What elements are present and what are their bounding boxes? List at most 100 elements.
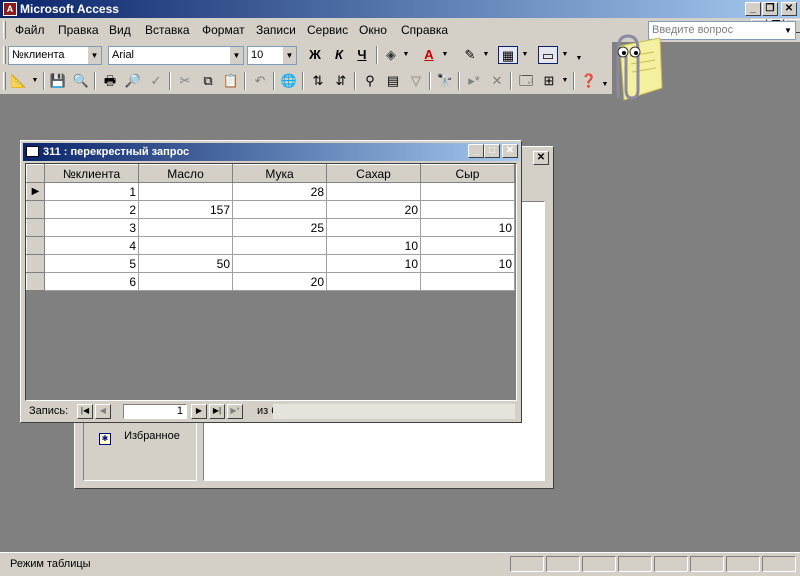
print-icon[interactable]: 🖶 bbox=[100, 72, 120, 90]
sort-ascending-icon[interactable]: ⇅ bbox=[308, 72, 328, 90]
table-cell[interactable] bbox=[420, 272, 515, 291]
menu-view[interactable]: Вид bbox=[109, 23, 131, 37]
new-object-icon[interactable]: ⊞ bbox=[539, 72, 559, 90]
table-cell[interactable]: 10 bbox=[420, 218, 515, 237]
special-effect-icon[interactable]: ▭ bbox=[538, 46, 558, 64]
table-cell[interactable] bbox=[420, 200, 515, 219]
column-header[interactable]: Мука bbox=[232, 164, 327, 183]
maximize-button[interactable]: ❐ bbox=[762, 2, 778, 16]
query-window[interactable]: 311 : перекрестный запрос _ □ ✕ №клиента… bbox=[20, 140, 522, 423]
cut-icon[interactable]: ✂ bbox=[175, 72, 195, 90]
row-selector[interactable] bbox=[26, 200, 45, 219]
menu-tools[interactable]: Сервис bbox=[307, 23, 348, 37]
table-cell[interactable]: 20 bbox=[232, 272, 327, 291]
database-window-icon[interactable]: 🗔 bbox=[516, 72, 536, 90]
table-cell[interactable] bbox=[232, 236, 327, 255]
toolbar-options-icon[interactable]: ▼ bbox=[575, 55, 583, 63]
current-record-icon[interactable]: ▶ bbox=[26, 182, 45, 201]
bold-button[interactable]: Ж bbox=[305, 46, 325, 64]
table-cell[interactable] bbox=[326, 218, 421, 237]
chevron-down-icon[interactable]: ▼ bbox=[521, 51, 529, 59]
menu-window[interactable]: Окно bbox=[359, 23, 387, 37]
spelling-icon[interactable]: ✓ bbox=[146, 72, 166, 90]
menu-insert[interactable]: Вставка bbox=[145, 23, 190, 37]
table-cell[interactable] bbox=[232, 200, 327, 219]
table-cell[interactable] bbox=[138, 272, 233, 291]
table-cell[interactable]: 10 bbox=[326, 236, 421, 255]
gridlines-icon[interactable]: ▦ bbox=[498, 46, 518, 64]
delete-record-icon[interactable]: ✕ bbox=[487, 72, 507, 90]
apply-filter-icon[interactable]: ▽ bbox=[406, 72, 426, 90]
table-cell[interactable] bbox=[420, 236, 515, 255]
table-cell[interactable] bbox=[232, 254, 327, 273]
table-cell[interactable]: 1 bbox=[44, 182, 139, 201]
select-all-cell[interactable] bbox=[26, 164, 45, 183]
menu-help[interactable]: Справка bbox=[401, 23, 448, 37]
undo-icon[interactable]: ↶ bbox=[250, 72, 270, 90]
table-cell[interactable]: 28 bbox=[232, 182, 327, 201]
table-cell[interactable] bbox=[138, 182, 233, 201]
menu-records[interactable]: Записи bbox=[256, 23, 296, 37]
chevron-down-icon[interactable]: ▼ bbox=[482, 51, 490, 59]
next-record-button[interactable]: ▶ bbox=[191, 404, 207, 419]
table-cell[interactable]: 10 bbox=[420, 254, 515, 273]
ask-question-box[interactable]: Введите вопрос ▼ bbox=[648, 21, 796, 40]
db-window-close-button[interactable]: ✕ bbox=[533, 151, 549, 165]
underline-button[interactable]: Ч bbox=[352, 46, 372, 64]
row-selector[interactable] bbox=[26, 218, 45, 237]
hyperlink-icon[interactable]: 🌐 bbox=[279, 72, 299, 90]
copy-icon[interactable]: ⧉ bbox=[198, 72, 218, 90]
last-record-button[interactable]: ▶| bbox=[209, 404, 225, 419]
font-select[interactable]: Arial ▼ bbox=[108, 46, 244, 65]
table-cell[interactable]: 10 bbox=[326, 254, 421, 273]
view-icon[interactable]: 📐 bbox=[9, 72, 29, 90]
row-selector[interactable] bbox=[26, 272, 45, 291]
horizontal-scrollbar[interactable] bbox=[273, 404, 515, 419]
query-minimize-button[interactable]: _ bbox=[468, 144, 484, 158]
line-color-icon[interactable]: ✎ bbox=[460, 46, 480, 64]
chevron-down-icon[interactable]: ▼ bbox=[229, 47, 243, 64]
row-selector[interactable] bbox=[26, 236, 45, 255]
menu-edit[interactable]: Правка bbox=[58, 23, 99, 37]
office-assistant[interactable] bbox=[590, 28, 664, 108]
table-cell[interactable] bbox=[326, 272, 421, 291]
table-cell[interactable]: 4 bbox=[44, 236, 139, 255]
field-select[interactable]: №клиента ▼ bbox=[8, 46, 102, 65]
print-preview-icon[interactable]: 🔎 bbox=[123, 72, 143, 90]
table-cell[interactable]: 5 bbox=[44, 254, 139, 273]
table-cell[interactable]: 20 bbox=[326, 200, 421, 219]
chevron-down-icon[interactable]: ▼ bbox=[441, 51, 449, 59]
chevron-down-icon[interactable]: ▼ bbox=[282, 47, 296, 64]
column-header[interactable]: №клиента bbox=[44, 164, 139, 183]
search-files-icon[interactable]: 🔍 bbox=[71, 72, 91, 90]
chevron-down-icon[interactable]: ▼ bbox=[402, 51, 410, 59]
paperclip-assistant-icon[interactable] bbox=[590, 28, 664, 108]
previous-record-button[interactable]: ◀ bbox=[95, 404, 111, 419]
first-record-button[interactable]: |◀ bbox=[77, 404, 93, 419]
table-cell[interactable]: 3 bbox=[44, 218, 139, 237]
find-icon[interactable]: 🔭 bbox=[435, 72, 455, 90]
query-close-button[interactable]: ✕ bbox=[502, 144, 518, 158]
table-cell[interactable] bbox=[138, 236, 233, 255]
column-header[interactable]: Сахар bbox=[326, 164, 421, 183]
italic-button[interactable]: К bbox=[329, 46, 349, 64]
chevron-down-icon[interactable]: ▼ bbox=[31, 77, 39, 85]
new-record-icon[interactable]: ▸* bbox=[464, 72, 484, 90]
chevron-down-icon[interactable]: ▼ bbox=[561, 77, 569, 85]
table-cell[interactable]: 25 bbox=[232, 218, 327, 237]
close-button[interactable]: ✕ bbox=[781, 2, 797, 16]
table-cell[interactable]: 2 bbox=[44, 200, 139, 219]
table-cell[interactable] bbox=[420, 182, 515, 201]
table-cell[interactable]: 6 bbox=[44, 272, 139, 291]
table-cell[interactable]: 157 bbox=[138, 200, 233, 219]
filter-by-form-icon[interactable]: ▤ bbox=[383, 72, 403, 90]
chevron-down-icon[interactable]: ▼ bbox=[87, 47, 101, 64]
fill-color-icon[interactable]: ◈ bbox=[381, 46, 401, 64]
save-icon[interactable]: 💾 bbox=[48, 72, 68, 90]
table-cell[interactable]: 50 bbox=[138, 254, 233, 273]
menu-format[interactable]: Формат bbox=[202, 23, 245, 37]
new-record-button[interactable]: ▶* bbox=[227, 404, 243, 419]
chevron-down-icon[interactable]: ▼ bbox=[561, 51, 569, 59]
column-header[interactable]: Масло bbox=[138, 164, 233, 183]
sort-descending-icon[interactable]: ⇵ bbox=[331, 72, 351, 90]
